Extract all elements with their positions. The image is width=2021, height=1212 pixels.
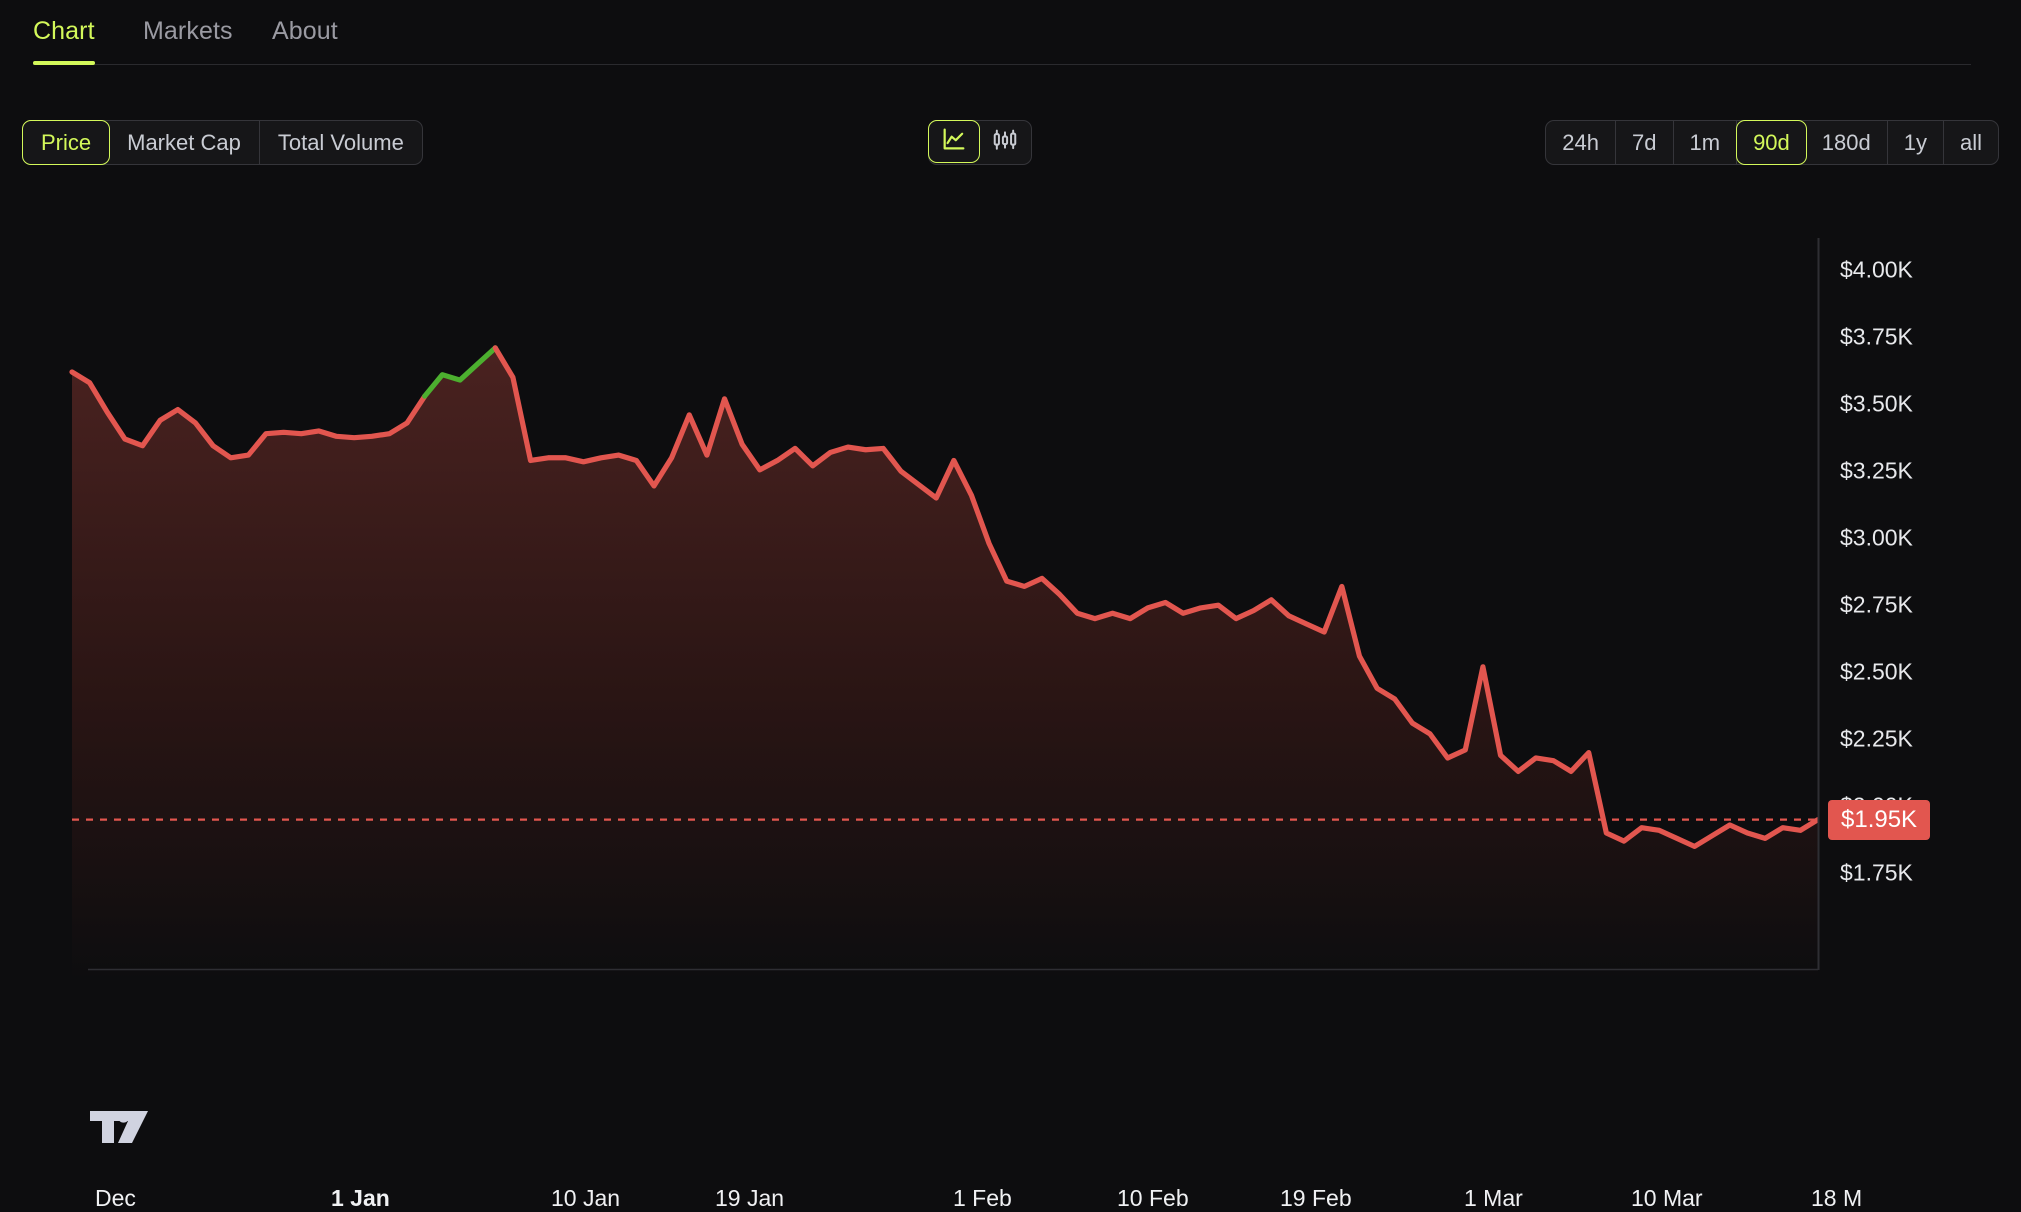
- range-option-90d[interactable]: 90d: [1736, 120, 1807, 165]
- y-axis-tick-label: $2.50K: [1840, 658, 1913, 685]
- x-axis-tick-label: 1 Jan: [331, 1185, 390, 1211]
- x-axis-tick-label: 10 Jan: [551, 1185, 621, 1211]
- x-axis-tick-label: 1 Feb: [953, 1185, 1012, 1211]
- active-tab-indicator: [33, 61, 95, 65]
- range-option-24h[interactable]: 24h: [1546, 121, 1617, 164]
- range-option-1y[interactable]: 1y: [1888, 121, 1944, 164]
- x-axis-tick-label: 1 Mar: [1464, 1185, 1523, 1211]
- candlestick-chart-icon: [991, 126, 1019, 159]
- metric-selector-group: Price Market Cap Total Volume: [22, 120, 423, 165]
- x-axis-tick-label: 18 M: [1811, 1185, 1863, 1211]
- chart-toolbar: Price Market Cap Total Volume 24h 7d 1m …: [0, 120, 2021, 168]
- x-axis-tick-label: 19 Jan: [715, 1185, 785, 1211]
- tradingview-logo: [88, 1105, 150, 1145]
- metric-option-market-cap[interactable]: Market Cap: [109, 121, 260, 164]
- price-chart[interactable]: $4.00K $3.75K $3.50K $3.25K $3.00K $2.75K $2.5…: [0, 180, 2021, 1211]
- metric-option-total-volume[interactable]: Total Volume: [260, 121, 422, 164]
- tab-bar-divider: [33, 64, 1971, 65]
- time-range-selector-group: 24h 7d 1m 90d 180d 1y all: [1545, 120, 1999, 165]
- current-price-badge: $1.95K: [1828, 799, 1931, 840]
- x-axis-tick-label: 10 Feb: [1117, 1185, 1189, 1211]
- price-chart-canvas: [69, 238, 1820, 980]
- y-axis-tick-label: $2.25K: [1840, 725, 1913, 752]
- tab-markets[interactable]: Markets: [143, 14, 233, 48]
- chart-type-line-button[interactable]: [928, 120, 980, 163]
- top-tab-bar: Chart Markets About: [0, 0, 2021, 66]
- y-axis-tick-label: $4.00K: [1840, 256, 1913, 283]
- x-axis-tick-label: 10 Mar: [1631, 1185, 1703, 1211]
- chart-type-candlestick-button[interactable]: [979, 121, 1031, 164]
- range-option-180d[interactable]: 180d: [1806, 121, 1888, 164]
- range-option-all[interactable]: all: [1944, 121, 1998, 164]
- y-axis-tick-label: $3.00K: [1840, 524, 1913, 551]
- plot-area: [69, 345, 1818, 980]
- line-chart-icon: [940, 125, 968, 158]
- y-axis-tick-label: $1.75K: [1840, 859, 1913, 886]
- x-axis-tick-label: Dec: [95, 1185, 136, 1211]
- y-axis-tick-label: $3.50K: [1840, 390, 1913, 417]
- range-option-7d[interactable]: 7d: [1616, 121, 1674, 164]
- y-axis-tick-label: $3.75K: [1840, 323, 1913, 350]
- x-axis-tick-label: 19 Feb: [1280, 1185, 1352, 1211]
- metric-option-price[interactable]: Price: [22, 120, 111, 165]
- range-option-1m[interactable]: 1m: [1674, 121, 1738, 164]
- tab-about[interactable]: About: [272, 14, 338, 48]
- tab-chart[interactable]: Chart: [33, 14, 95, 48]
- chart-type-toggle-group: [928, 120, 1032, 165]
- y-axis-tick-label: $2.75K: [1840, 591, 1913, 618]
- y-axis-tick-label: $3.25K: [1840, 457, 1913, 484]
- area-fill: [72, 347, 1818, 980]
